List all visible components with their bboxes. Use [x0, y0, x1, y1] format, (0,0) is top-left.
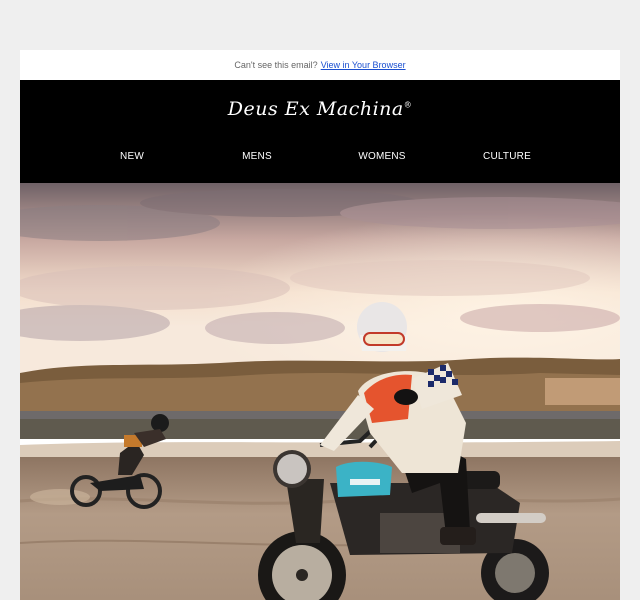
preheader-text: Can't see this email?	[234, 60, 318, 70]
preheader: Can't see this email? View in Your Brows…	[20, 50, 620, 80]
nav-item-new[interactable]: NEW	[120, 151, 144, 162]
nav-item-culture[interactable]: CULTURE	[483, 151, 531, 162]
main-nav: NEW MENS WOMENS CULTURE	[20, 151, 620, 167]
hero-image[interactable]	[20, 183, 620, 600]
registered-mark: ®	[403, 100, 413, 110]
email-container: Can't see this email? View in Your Brows…	[20, 50, 620, 600]
brand-logo[interactable]: Deus Ex Machina®	[20, 98, 620, 120]
view-in-browser-link[interactable]: View in Your Browser	[321, 60, 406, 70]
nav-item-mens[interactable]: MENS	[242, 151, 272, 162]
email-header: Deus Ex Machina® NEW MENS WOMENS CULTURE	[20, 80, 620, 183]
brand-logo-text: Deus Ex Machina	[227, 98, 404, 120]
nav-item-womens[interactable]: WOMENS	[358, 151, 405, 162]
